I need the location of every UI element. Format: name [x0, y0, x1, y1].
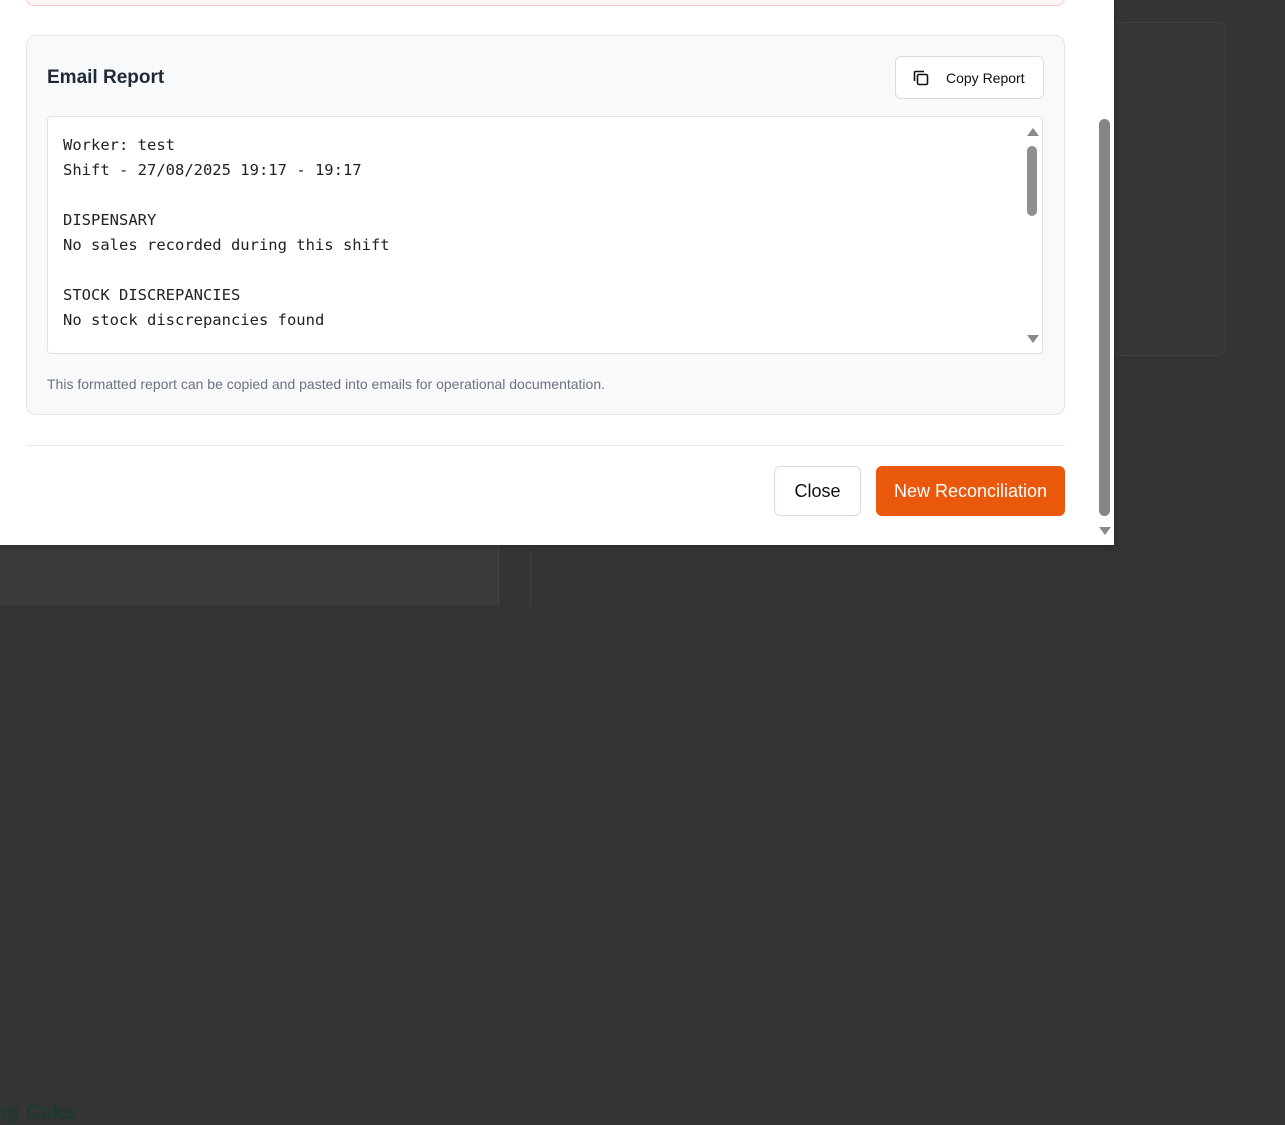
email-report-card: Email Report Copy Report Worker: test Sh… [26, 35, 1065, 415]
modal-scroll-down-icon[interactable] [1099, 527, 1111, 535]
background-card: ng Cake [0, 545, 499, 1124]
modal-scroll-thumb[interactable] [1099, 119, 1110, 516]
report-scroll-thumb[interactable] [1027, 146, 1037, 216]
report-textarea[interactable]: Worker: test Shift - 27/08/2025 19:17 - … [47, 116, 1043, 354]
background-panel-bottom [530, 545, 1226, 605]
scroll-down-icon[interactable] [1027, 335, 1039, 343]
new-reconciliation-button[interactable]: New Reconciliation [876, 466, 1065, 516]
alert-box [26, 0, 1065, 6]
background-panel [1114, 22, 1226, 356]
scroll-up-icon[interactable] [1027, 128, 1039, 136]
copy-report-button[interactable]: Copy Report [895, 56, 1044, 99]
close-button[interactable]: Close [774, 466, 861, 516]
report-text: Worker: test Shift - 27/08/2025 19:17 - … [63, 136, 390, 329]
reconciliation-modal: Email Report Copy Report Worker: test Sh… [0, 0, 1114, 545]
background-heading: ng Cake [0, 1101, 76, 1124]
report-scrollbar[interactable] [1024, 117, 1042, 353]
report-help-text: This formatted report can be copied and … [47, 376, 605, 392]
copy-icon [911, 68, 931, 88]
email-report-title: Email Report [47, 67, 165, 88]
footer-divider [26, 445, 1065, 446]
copy-report-label: Copy Report [946, 69, 1025, 86]
modal-scrollbar[interactable] [1096, 0, 1114, 545]
